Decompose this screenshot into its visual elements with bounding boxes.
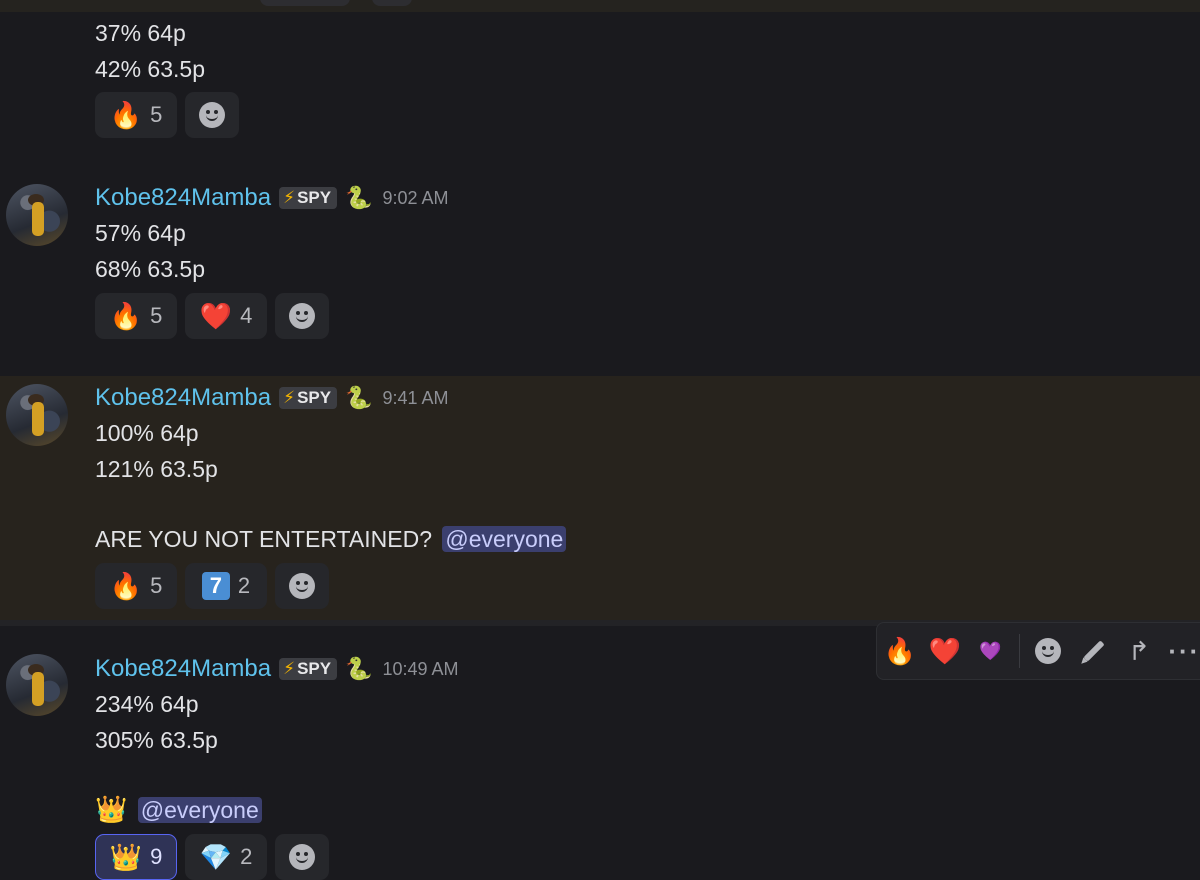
reaction-fire[interactable]: 🔥 5 bbox=[95, 563, 177, 609]
quick-reaction-purple-heart[interactable]: 💜 bbox=[968, 628, 1013, 674]
message-highlighted: Kobe824Mamba ⚡ SPY 🐍 9:41 AM 100% 64p 12… bbox=[0, 376, 1200, 620]
tag-label: SPY bbox=[297, 188, 332, 207]
message-header: Kobe824Mamba ⚡ SPY 🐍 10:49 AM bbox=[95, 655, 459, 683]
message-line: 234% 64p bbox=[95, 691, 199, 717]
avatar[interactable] bbox=[6, 654, 68, 716]
edit-button[interactable] bbox=[1071, 628, 1116, 674]
fire-icon: 🔥 bbox=[109, 570, 143, 601]
smiley-icon bbox=[199, 102, 225, 128]
gem-icon: 💎 bbox=[199, 841, 233, 872]
lightning-bolt-icon: ⚡ bbox=[283, 188, 296, 207]
username[interactable]: Kobe824Mamba bbox=[95, 655, 271, 683]
role-tag[interactable]: ⚡ SPY bbox=[279, 658, 338, 680]
smiley-icon bbox=[289, 303, 315, 329]
add-reaction-button[interactable] bbox=[275, 563, 329, 609]
message-line: 305% 63.5p bbox=[95, 727, 218, 753]
reaction-fire[interactable]: 🔥 5 bbox=[95, 293, 177, 339]
reaction-count: 5 bbox=[150, 102, 163, 127]
snake-icon: 🐍 bbox=[345, 185, 373, 210]
forward-arrow-icon: ↱ bbox=[1128, 635, 1150, 666]
message-line: 👑 @everyone bbox=[95, 794, 262, 825]
snake-icon: 🐍 bbox=[345, 385, 373, 410]
message-line: 68% 63.5p bbox=[95, 256, 205, 282]
reaction-count: 2 bbox=[240, 844, 253, 869]
smiley-icon bbox=[289, 844, 315, 870]
reaction-bar: 🔥 5 7 2 bbox=[95, 563, 329, 609]
message-continuation: 37% 64p 42% 63.5p 🔥 5 bbox=[0, 12, 1200, 162]
ellipsis-icon: ··· bbox=[1168, 635, 1200, 666]
previous-reaction-pill bbox=[260, 0, 350, 6]
role-tag[interactable]: ⚡ SPY bbox=[279, 387, 338, 409]
message-text: ARE YOU NOT ENTERTAINED? bbox=[95, 526, 432, 552]
message-hover-toolbar: 🔥 ❤️ 💜 ↱ ··· bbox=[876, 622, 1200, 680]
add-reaction-button[interactable] bbox=[1026, 628, 1071, 674]
mention-everyone[interactable]: @everyone bbox=[442, 526, 567, 552]
reaction-seven[interactable]: 7 2 bbox=[185, 563, 267, 609]
message: Kobe824Mamba ⚡ SPY 🐍 9:02 AM 57% 64p 68%… bbox=[0, 162, 1200, 376]
lightning-bolt-icon: ⚡ bbox=[283, 659, 296, 678]
timestamp[interactable]: 9:41 AM bbox=[383, 388, 449, 409]
crown-icon: 👑 bbox=[109, 841, 143, 872]
add-reaction-button[interactable] bbox=[185, 92, 239, 138]
reaction-fire[interactable]: 🔥 5 bbox=[95, 92, 177, 138]
smiley-icon bbox=[1035, 638, 1062, 664]
message-line: 100% 64p bbox=[95, 420, 199, 446]
fire-icon: 🔥 bbox=[109, 300, 143, 331]
quick-reaction-fire[interactable]: 🔥 bbox=[877, 628, 922, 674]
reaction-count: 5 bbox=[150, 303, 163, 328]
reaction-heart[interactable]: ❤️ 4 bbox=[185, 293, 267, 339]
top-strip bbox=[0, 0, 1200, 12]
mention-everyone[interactable]: @everyone bbox=[137, 797, 262, 823]
reaction-bar: 🔥 5 bbox=[95, 92, 239, 138]
forward-button[interactable]: ↱ bbox=[1116, 628, 1161, 674]
reaction-count: 2 bbox=[237, 573, 251, 598]
reaction-diamond[interactable]: 💎 2 bbox=[185, 834, 267, 880]
tag-label: SPY bbox=[297, 659, 332, 678]
reaction-bar: 🔥 5 ❤️ 4 bbox=[95, 293, 329, 339]
purple-heart-icon: 💜 bbox=[978, 640, 1002, 661]
message-line: 37% 64p bbox=[95, 20, 186, 46]
reaction-count: 5 bbox=[150, 573, 163, 598]
reaction-bar: 👑 9 💎 2 bbox=[95, 834, 329, 880]
more-button[interactable]: ··· bbox=[1162, 628, 1200, 674]
timestamp[interactable]: 9:02 AM bbox=[383, 188, 449, 209]
message-line: ARE YOU NOT ENTERTAINED? @everyone bbox=[95, 526, 567, 553]
role-tag[interactable]: ⚡ SPY bbox=[279, 187, 338, 209]
add-reaction-button[interactable] bbox=[275, 293, 329, 339]
snake-icon: 🐍 bbox=[345, 656, 373, 681]
avatar[interactable] bbox=[6, 184, 68, 246]
heart-icon: ❤️ bbox=[928, 635, 962, 666]
message-header: Kobe824Mamba ⚡ SPY 🐍 9:41 AM bbox=[95, 384, 449, 412]
toolbar-separator bbox=[1018, 634, 1020, 668]
tag-label: SPY bbox=[297, 388, 332, 407]
username[interactable]: Kobe824Mamba bbox=[95, 384, 271, 412]
quick-reaction-heart[interactable]: ❤️ bbox=[922, 628, 967, 674]
message-header: Kobe824Mamba ⚡ SPY 🐍 9:02 AM bbox=[95, 184, 449, 212]
previous-reaction-pill bbox=[372, 0, 412, 6]
keycap-seven-icon: 7 bbox=[201, 572, 230, 600]
add-reaction-button[interactable] bbox=[275, 834, 329, 880]
message-line: 42% 63.5p bbox=[95, 56, 205, 82]
reaction-count: 9 bbox=[150, 844, 163, 869]
timestamp[interactable]: 10:49 AM bbox=[383, 659, 459, 680]
fire-icon: 🔥 bbox=[883, 635, 916, 666]
message-line: 57% 64p bbox=[95, 220, 186, 246]
smiley-icon bbox=[289, 573, 315, 599]
username[interactable]: Kobe824Mamba bbox=[95, 184, 271, 212]
message-line: 121% 63.5p bbox=[95, 456, 218, 482]
reaction-count: 4 bbox=[240, 303, 253, 328]
reaction-crown[interactable]: 👑 9 bbox=[95, 834, 177, 880]
avatar[interactable] bbox=[6, 384, 68, 446]
pencil-icon bbox=[1083, 640, 1105, 662]
heart-icon: ❤️ bbox=[199, 300, 233, 331]
fire-icon: 🔥 bbox=[109, 99, 143, 130]
crown-icon: 👑 bbox=[95, 794, 128, 824]
lightning-bolt-icon: ⚡ bbox=[283, 388, 296, 407]
